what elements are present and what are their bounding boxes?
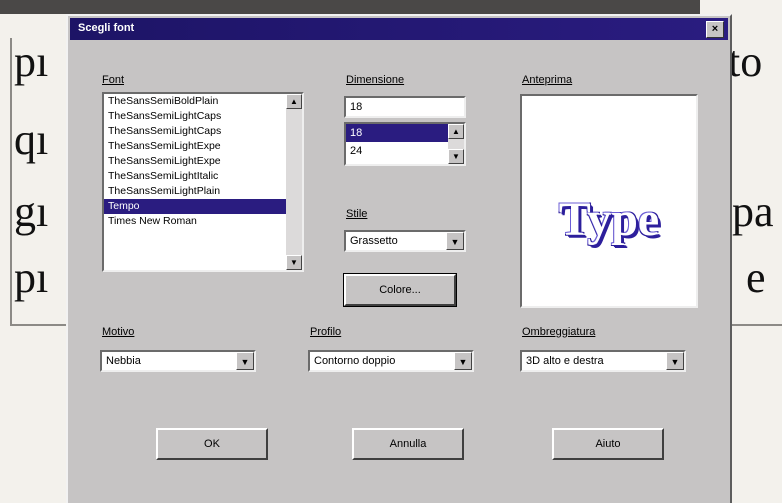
list-item-selected[interactable]: Tempo [104, 199, 302, 214]
size-label: Dimensione [346, 74, 405, 86]
list-item[interactable]: TheSansSemiLightPlain [104, 184, 302, 199]
list-item[interactable]: TheSansSemiLightItalic [104, 169, 302, 184]
ok-button[interactable]: OK [156, 428, 268, 460]
bg-word-7: e [746, 253, 766, 302]
font-label: Font [102, 74, 125, 86]
shading-value: Nebbia [106, 355, 141, 367]
page-margin-rule [10, 38, 12, 326]
list-item[interactable]: TheSansSemiLightExpe [104, 154, 302, 169]
style-label: Stile [346, 208, 368, 220]
color-button[interactable]: Colore... [343, 273, 457, 307]
list-item[interactable]: TheSansSemiLightCaps [104, 124, 302, 139]
outline-label: Profilo [310, 326, 342, 338]
help-button[interactable]: Aiuto [552, 428, 664, 460]
preview-label: Anteprima [522, 74, 573, 86]
list-item-selected[interactable]: 18 [346, 124, 464, 142]
bg-word-4: gı [14, 187, 49, 236]
outline-value: Contorno doppio [314, 355, 396, 367]
bg-word-6: pı [14, 253, 49, 302]
dialog-title: Scegli font [78, 22, 135, 34]
up-arrow-icon[interactable]: ▲ [448, 124, 464, 139]
bg-word-1: pı [14, 37, 49, 86]
cancel-button[interactable]: Annulla [352, 428, 464, 460]
close-icon[interactable]: × [706, 21, 724, 38]
list-item[interactable]: TheSansSemiBoldPlain [104, 94, 302, 109]
style-select[interactable]: Grassetto ▼ [344, 230, 466, 252]
bg-word-2: to [728, 37, 763, 86]
list-item[interactable]: TheSansSemiLightCaps [104, 109, 302, 124]
size-list-scrollbar[interactable]: ▲ ▼ [448, 124, 464, 164]
size-input[interactable]: 18 [344, 96, 466, 118]
list-item[interactable]: TheSansSemiLightExpe [104, 139, 302, 154]
dialog-titlebar[interactable]: Scegli font × [70, 18, 728, 40]
font-list-scrollbar[interactable]: ▲ ▼ [286, 94, 302, 270]
shadow-select[interactable]: 3D alto e destra ▼ [520, 350, 686, 372]
up-arrow-icon[interactable]: ▲ [286, 94, 302, 109]
text-line-top [0, 0, 700, 14]
preview-text: Type [558, 193, 660, 246]
preview-box: Type [520, 94, 698, 308]
chevron-down-icon[interactable]: ▼ [236, 352, 254, 370]
list-item[interactable]: 24 [346, 142, 464, 160]
down-arrow-icon[interactable]: ▼ [286, 255, 302, 270]
style-value: Grassetto [350, 235, 398, 247]
chevron-down-icon[interactable]: ▼ [454, 352, 472, 370]
font-listbox[interactable]: TheSansSemiBoldPlain TheSansSemiLightCap… [102, 92, 304, 272]
shading-label: Motivo [102, 326, 135, 338]
bg-word-3: qı [14, 115, 49, 164]
font-dialog: Scegli font × Font TheSansSemiBoldPlain … [66, 14, 732, 503]
chevron-down-icon[interactable]: ▼ [446, 232, 464, 250]
shadow-label: Ombreggiatura [522, 326, 596, 338]
list-item[interactable]: Times New Roman [104, 214, 302, 229]
shading-select[interactable]: Nebbia ▼ [100, 350, 256, 372]
chevron-down-icon[interactable]: ▼ [666, 352, 684, 370]
outline-select[interactable]: Contorno doppio ▼ [308, 350, 474, 372]
bg-word-5: pa [732, 187, 774, 236]
down-arrow-icon[interactable]: ▼ [448, 149, 464, 164]
size-listbox[interactable]: 18 24 ▲ ▼ [344, 122, 466, 166]
shadow-value: 3D alto e destra [526, 355, 604, 367]
